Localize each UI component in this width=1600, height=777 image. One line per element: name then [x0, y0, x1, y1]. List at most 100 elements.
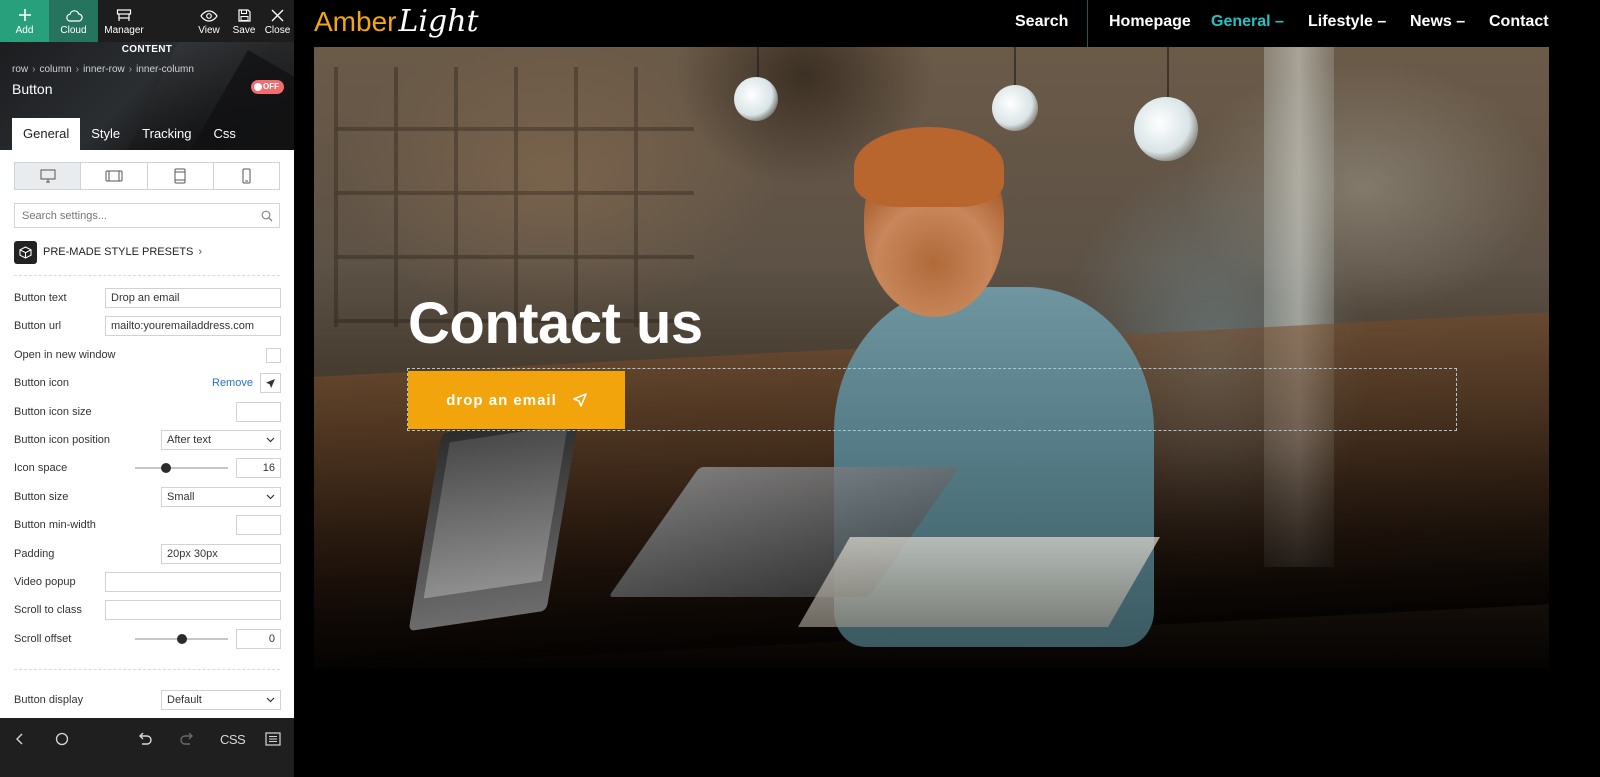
scroll-to-class-row: Scroll to class — [14, 600, 281, 620]
nav-news[interactable]: News – — [1410, 13, 1465, 31]
icon-space-slider[interactable] — [135, 463, 228, 473]
scroll-offset-input[interactable]: 0 — [236, 629, 281, 649]
button-icon-size-label: Button icon size — [14, 406, 92, 418]
device-tablet-portrait[interactable] — [148, 163, 214, 189]
close-icon — [271, 9, 284, 22]
breadcrumb-item[interactable]: row — [12, 64, 28, 75]
divider — [14, 669, 280, 670]
breadcrumb-item[interactable]: inner-row — [83, 64, 125, 75]
icon-picker[interactable] — [260, 373, 281, 393]
button-text-input[interactable] — [105, 288, 281, 308]
scroll-offset-label: Scroll offset — [14, 633, 72, 645]
person-hair — [854, 127, 1004, 207]
app-root: Add Cloud Manager View Save Close CONTEN… — [0, 0, 1600, 777]
button-icon-label: Button icon — [14, 377, 70, 389]
nav-search[interactable]: Search — [1015, 13, 1068, 31]
search-icon — [261, 210, 273, 222]
video-popup-input[interactable] — [105, 572, 281, 592]
breadcrumb-separator-icon: › — [32, 64, 36, 75]
cube-icon — [19, 245, 32, 259]
slider-handle[interactable] — [160, 463, 171, 473]
light-bulb — [992, 85, 1038, 131]
scroll-to-class-input[interactable] — [105, 600, 281, 620]
icon-space-row: Icon space 16 — [14, 458, 281, 478]
section-label: CONTENT — [121, 44, 173, 55]
breadcrumb-item[interactable]: column — [39, 64, 71, 75]
button-min-width-input[interactable] — [236, 515, 281, 535]
nav-contact[interactable]: Contact — [1489, 13, 1549, 31]
add-button[interactable]: Add — [0, 0, 49, 42]
plus-icon — [18, 9, 31, 21]
button-url-input[interactable] — [105, 316, 281, 336]
button-size-label: Button size — [14, 491, 69, 503]
icon-space-input[interactable]: 16 — [236, 458, 281, 478]
view-button[interactable]: View — [192, 0, 226, 42]
cloud-button[interactable]: Cloud — [49, 0, 98, 42]
undo-button[interactable] — [137, 732, 153, 746]
padding-label: Padding — [14, 548, 55, 560]
scroll-to-class-label: Scroll to class — [14, 604, 82, 616]
button-url-label: Button url — [14, 320, 62, 332]
padding-row: Padding 20px 30px — [14, 544, 281, 564]
cta-label: drop an email — [446, 391, 557, 409]
css-button[interactable]: CSS — [220, 732, 246, 747]
close-button[interactable]: Close — [261, 0, 294, 42]
save-button[interactable]: Save — [227, 0, 261, 42]
home-button[interactable] — [55, 732, 69, 746]
tab-general[interactable]: General — [12, 118, 81, 150]
breadcrumb: row › column › inner-row › inner-column — [12, 64, 194, 75]
style-presets-button[interactable]: PRE-MADE STYLE PRESETS › — [14, 240, 202, 264]
floppy-icon — [237, 9, 251, 22]
button-url-row: Button url — [14, 316, 281, 336]
button-icon-size-input[interactable] — [236, 402, 281, 422]
device-mobile[interactable] — [214, 163, 279, 189]
tab-style[interactable]: Style — [80, 118, 131, 150]
video-popup-row: Video popup — [14, 572, 281, 592]
toggle-knob — [254, 83, 262, 91]
nav-lifestyle[interactable]: Lifestyle – — [1308, 13, 1386, 31]
breadcrumb-item[interactable]: inner-column — [136, 64, 194, 75]
eye-icon — [200, 10, 218, 22]
button-size-select[interactable]: Small — [161, 487, 281, 507]
scroll-offset-row: Scroll offset 0 — [14, 629, 281, 649]
settings-search — [14, 203, 280, 228]
hero-background-image — [314, 47, 1549, 669]
button-display-label: Button display — [14, 694, 84, 706]
manager-button[interactable]: Manager — [98, 0, 150, 42]
nav-general[interactable]: General – — [1211, 13, 1284, 31]
remove-icon-link[interactable]: Remove — [212, 377, 253, 389]
send-icon — [266, 378, 275, 388]
nav-homepage[interactable]: Homepage — [1109, 13, 1191, 31]
button-min-width-label: Button min-width — [14, 519, 96, 531]
manager-icon — [116, 9, 132, 21]
device-tablet-landscape[interactable] — [81, 163, 148, 189]
button-icon-position-select[interactable]: After text — [161, 430, 281, 450]
button-icon-position-label: Button icon position — [14, 434, 111, 446]
presets-box — [14, 240, 37, 264]
desktop-icon — [40, 169, 56, 183]
logo-primary: Amber — [314, 6, 397, 37]
device-desktop[interactable] — [15, 163, 82, 189]
scroll-offset-slider[interactable] — [135, 634, 228, 644]
layers-button[interactable] — [265, 732, 281, 746]
tablet-portrait-icon — [174, 168, 186, 184]
open-new-window-checkbox[interactable] — [266, 348, 281, 363]
presets-label: PRE-MADE STYLE PRESETS — [43, 246, 194, 258]
button-display-select[interactable]: Default — [161, 690, 281, 710]
button-text-label: Button text — [14, 292, 67, 304]
divider — [14, 275, 280, 276]
element-toggle[interactable]: OFF — [251, 80, 284, 94]
circle-icon — [55, 732, 69, 746]
chevron-left-icon — [16, 733, 23, 745]
chevron-down-icon — [266, 437, 275, 443]
tab-css[interactable]: Css — [203, 118, 247, 150]
back-button[interactable] — [14, 732, 26, 746]
tab-tracking[interactable]: Tracking — [131, 118, 202, 150]
search-input[interactable] — [15, 204, 279, 227]
redo-button[interactable] — [179, 732, 195, 746]
slider-handle[interactable] — [176, 634, 187, 644]
site-logo[interactable]: Amber Light — [314, 4, 479, 44]
drop-email-button[interactable]: drop an email — [408, 371, 625, 429]
video-popup-label: Video popup — [14, 576, 76, 588]
padding-input[interactable]: 20px 30px — [161, 544, 281, 564]
